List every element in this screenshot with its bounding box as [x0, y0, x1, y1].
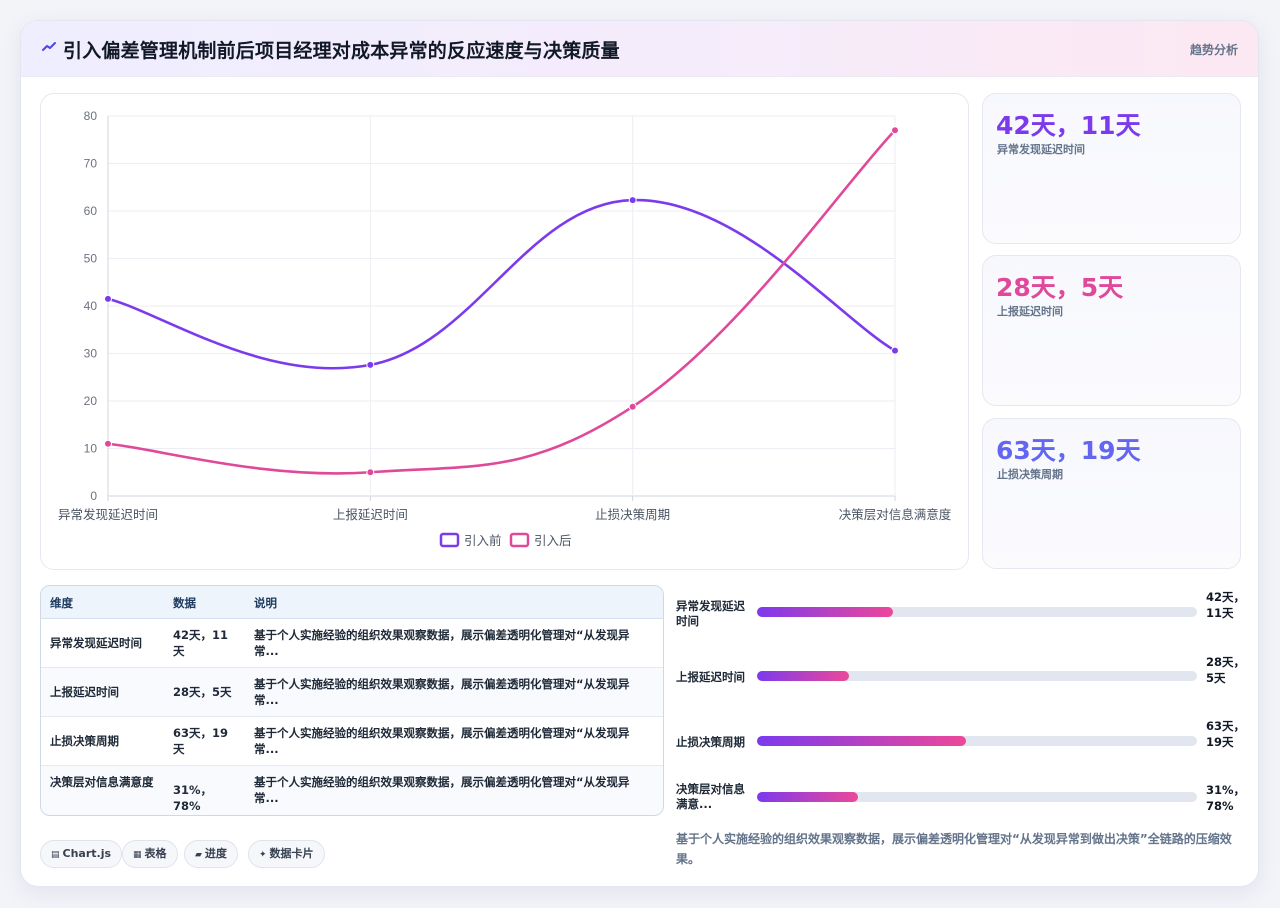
data-table: 维度 数据 说明 异常发现延迟时间 42天，11天 基于个人实施经验的组织效果观…: [40, 585, 664, 816]
progress-fill: [757, 736, 966, 746]
chip-progress[interactable]: ▰ 进度: [184, 840, 238, 868]
data-point: [628, 196, 637, 205]
line-chart: 0 10 20 30 40 50 60 70 80 异常发现延迟时间 上报延迟时间 止损决策周期 决策层…: [58, 109, 952, 548]
stat-card: 63天，19天 止损决策周期: [982, 418, 1241, 569]
chip-chartjs[interactable]: ▤ Chart.js: [40, 840, 123, 868]
progress-track: [757, 671, 1197, 681]
y-tick-label: 10: [84, 442, 98, 456]
progress-track: [757, 792, 1197, 802]
data-point: [366, 468, 375, 477]
cell-description: 基于个人实施经验的组织效果观察数据，展示偏差透明化管理对“从发现异常...: [254, 775, 630, 805]
progress-track: [757, 607, 1197, 617]
legend-swatch: [439, 532, 460, 548]
data-point: [628, 402, 637, 411]
chip-label: 表格: [144, 847, 167, 860]
cell-data: 31%，78%: [173, 783, 213, 813]
progress-value: 42天，11天: [1206, 590, 1246, 620]
cell-data: 28天，5天: [173, 685, 232, 699]
column-header-dimension: 维度: [50, 596, 73, 610]
chart-icon: ▤: [51, 850, 60, 860]
progress-row: 决策层对信息满意... 31%，78%: [676, 776, 1246, 824]
data-point: [366, 360, 375, 369]
data-point: [104, 439, 112, 448]
cell-dimension: 止损决策周期: [50, 734, 119, 748]
trend-icon: [42, 42, 56, 51]
series-line: [107, 198, 896, 370]
y-tick-label: 40: [84, 299, 98, 313]
progress-fill: [757, 607, 894, 617]
y-tick-label: 30: [84, 347, 98, 361]
y-tick-label: 80: [84, 109, 98, 123]
header-bar: 引入偏差管理机制前后项目经理对成本异常的反应速度与决策质量 趋势分析: [21, 21, 1258, 77]
line-chart-panel: 0 10 20 30 40 50 60 70 80 异常发现延迟时间 上报延迟时间 止损决策周期 决策层…: [40, 93, 969, 570]
table-header: 维度 数据 说明: [41, 586, 663, 619]
progress-label: 异常发现延迟时间: [676, 599, 745, 628]
cell-description: 基于个人实施经验的组织效果观察数据，展示偏差透明化管理对“从发现异常...: [254, 628, 630, 658]
legend-label: 引入后: [534, 533, 572, 548]
x-tick-label: 上报延迟时间: [333, 507, 408, 522]
legend-label: 引入前: [464, 533, 502, 548]
chip-label: 进度: [204, 847, 227, 860]
footnote-text: 基于个人实施经验的组织效果观察数据，展示偏差透明化管理对“从发现异常到做出决策”…: [676, 832, 1232, 866]
x-tick-label: 决策层对信息满意度: [839, 507, 952, 522]
data-point: [891, 126, 899, 135]
progress-value: 31%，78%: [1206, 783, 1246, 813]
y-tick-label: 0: [90, 489, 97, 503]
cell-data: 63天，19天: [173, 726, 229, 756]
data-point: [891, 346, 899, 355]
column-header-description: 说明: [254, 596, 277, 610]
progress-value: 28天，5天: [1206, 655, 1246, 685]
stat-value: 28天，5天: [996, 273, 1124, 302]
column-header-data: 数据: [173, 596, 196, 610]
progress-label: 上报延迟时间: [676, 670, 745, 684]
cell-dimension: 上报延迟时间: [50, 685, 119, 699]
cell-data: 42天，11天: [173, 628, 229, 658]
x-tick-label: 止损决策周期: [595, 507, 670, 522]
data-point: [104, 294, 112, 303]
cell-description: 基于个人实施经验的组织效果观察数据，展示偏差透明化管理对“从发现异常...: [254, 726, 630, 756]
dashboard-card: 引入偏差管理机制前后项目经理对成本异常的反应速度与决策质量 趋势分析 0 10 20…: [20, 20, 1259, 887]
progress-label: 决策层对信息满意...: [676, 782, 745, 811]
chip-label: Chart.js: [62, 847, 112, 860]
progress-fill: [757, 671, 850, 681]
progress-icon: ▰: [195, 850, 202, 860]
cell-dimension: 异常发现延迟时间: [50, 636, 142, 650]
page-title: 引入偏差管理机制前后项目经理对成本异常的反应速度与决策质量: [63, 40, 620, 62]
legend-swatch: [509, 532, 530, 548]
table-row: 上报延迟时间 28天，5天 基于个人实施经验的组织效果观察数据，展示偏差透明化管…: [41, 668, 663, 717]
chip-table[interactable]: ▦ 表格: [122, 840, 178, 868]
stat-value: 63天，19天: [996, 436, 1141, 465]
stat-value: 42天，11天: [996, 111, 1141, 140]
y-tick-label: 20: [84, 394, 98, 408]
y-tick-label: 50: [84, 252, 98, 266]
chip-label: 数据卡片: [269, 847, 314, 860]
x-tick-label: 异常发现延迟时间: [58, 507, 158, 522]
table-row: 异常发现延迟时间 42天，11天 基于个人实施经验的组织效果观察数据，展示偏差透…: [41, 619, 663, 668]
chip-data-cards[interactable]: ✦ 数据卡片: [248, 840, 325, 868]
progress-value: 63天，19天: [1206, 719, 1246, 749]
stat-label: 上报延迟时间: [997, 305, 1063, 318]
cell-description: 基于个人实施经验的组织效果观察数据，展示偏差透明化管理对“从发现异常...: [254, 677, 630, 707]
y-tick-label: 60: [84, 204, 98, 218]
table-row: 决策层对信息满意度 31%，78% 基于个人实施经验的组织效果观察数据，展示偏差…: [41, 766, 663, 815]
progress-fill: [757, 792, 859, 802]
y-tick-label: 70: [84, 157, 98, 171]
cell-dimension: 决策层对信息满意度: [50, 775, 154, 789]
progress-track: [757, 736, 1197, 746]
progress-row: 止损决策周期 63天，19天: [676, 719, 1246, 768]
sparkle-icon: ✦: [259, 850, 267, 860]
stat-label: 异常发现延迟时间: [997, 143, 1085, 156]
progress-row: 上报延迟时间 28天，5天: [676, 655, 1246, 703]
progress-label: 止损决策周期: [676, 735, 745, 749]
stat-card: 42天，11天 异常发现延迟时间: [982, 93, 1241, 244]
trend-analysis-tag: 趋势分析: [1189, 43, 1238, 57]
stat-card: 28天，5天 上报延迟时间: [982, 255, 1241, 406]
table-icon: ▦: [133, 850, 142, 860]
series-line: [107, 129, 896, 475]
progress-row: 异常发现延迟时间 42天，11天: [676, 590, 1246, 639]
table-row: 止损决策周期 63天，19天 基于个人实施经验的组织效果观察数据，展示偏差透明化…: [41, 717, 663, 766]
stat-label: 止损决策周期: [997, 468, 1063, 481]
